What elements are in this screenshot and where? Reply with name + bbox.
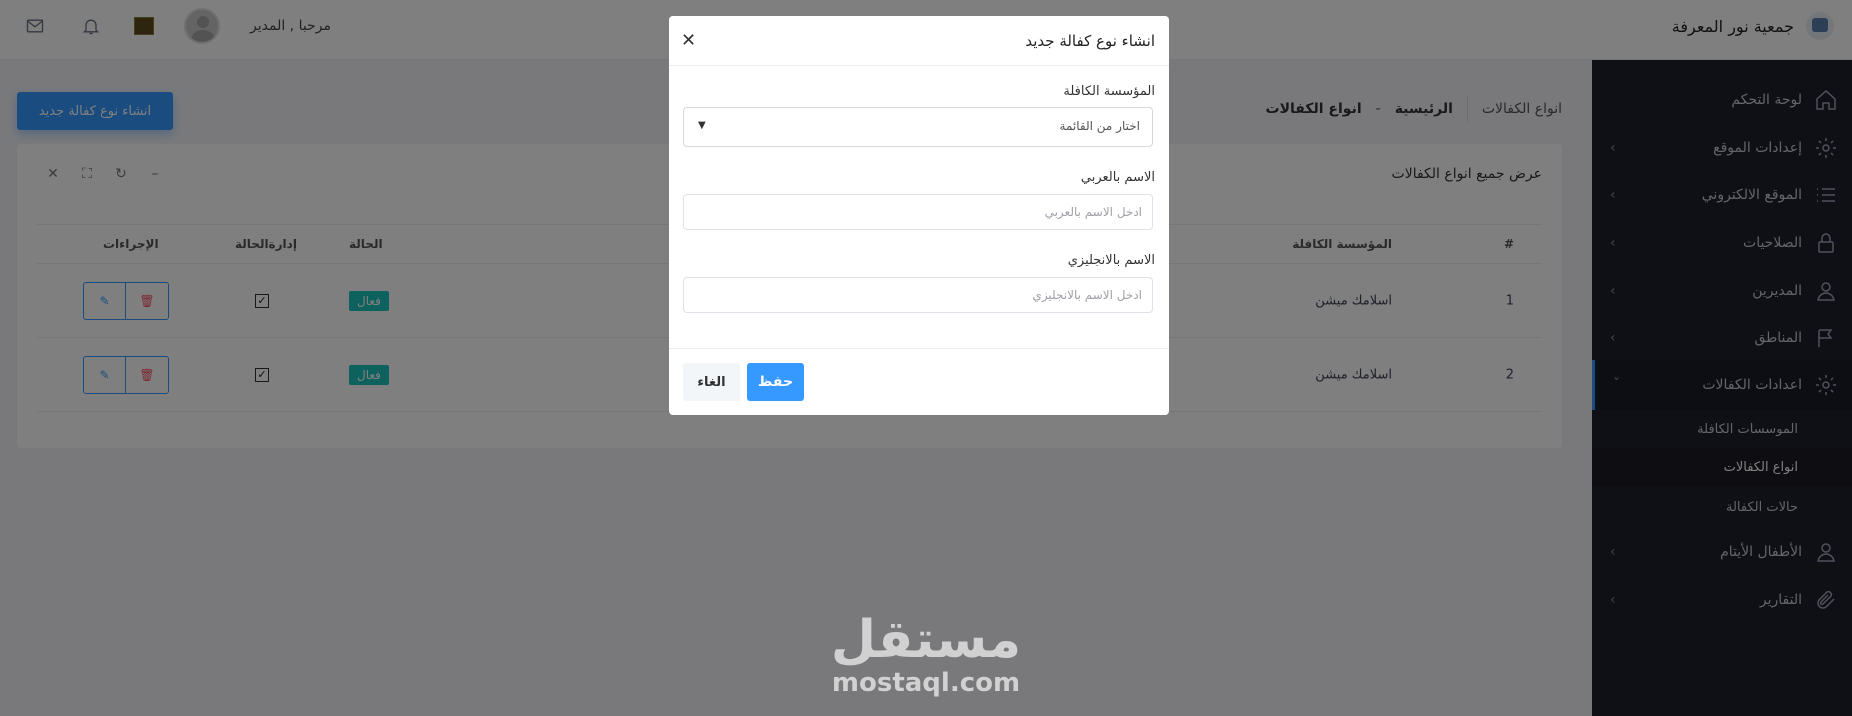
arabic-name-label: الاسم بالعربي [1080, 170, 1155, 185]
create-sponsorship-type-modal: انشاء نوع كفالة جديد ✕ المؤسسة الكافلة ا… [669, 16, 1169, 415]
modal-header: انشاء نوع كفالة جديد ✕ [669, 16, 1169, 66]
org-select-value: اختار من القائمة [1059, 119, 1140, 133]
org-label: المؤسسة الكافلة [1063, 84, 1155, 99]
save-button[interactable]: حفظ [747, 363, 804, 401]
watermark: مستقل mostaql.com [818, 612, 1034, 698]
modal-footer-divider [669, 348, 1169, 349]
close-icon[interactable]: ✕ [681, 30, 696, 51]
english-name-input[interactable] [683, 277, 1153, 313]
modal-title: انشاء نوع كفالة جديد [1025, 32, 1155, 50]
english-name-label: الاسم بالانجليزي [1067, 253, 1155, 268]
watermark-english: mostaql.com [831, 668, 1021, 698]
caret-down-icon: ▼ [698, 120, 706, 131]
org-select[interactable]: اختار من القائمة ▼ [683, 107, 1153, 147]
watermark-arabic: مستقل [830, 610, 1022, 670]
arabic-name-input[interactable] [683, 194, 1153, 230]
cancel-button[interactable]: الغاء [683, 363, 740, 401]
